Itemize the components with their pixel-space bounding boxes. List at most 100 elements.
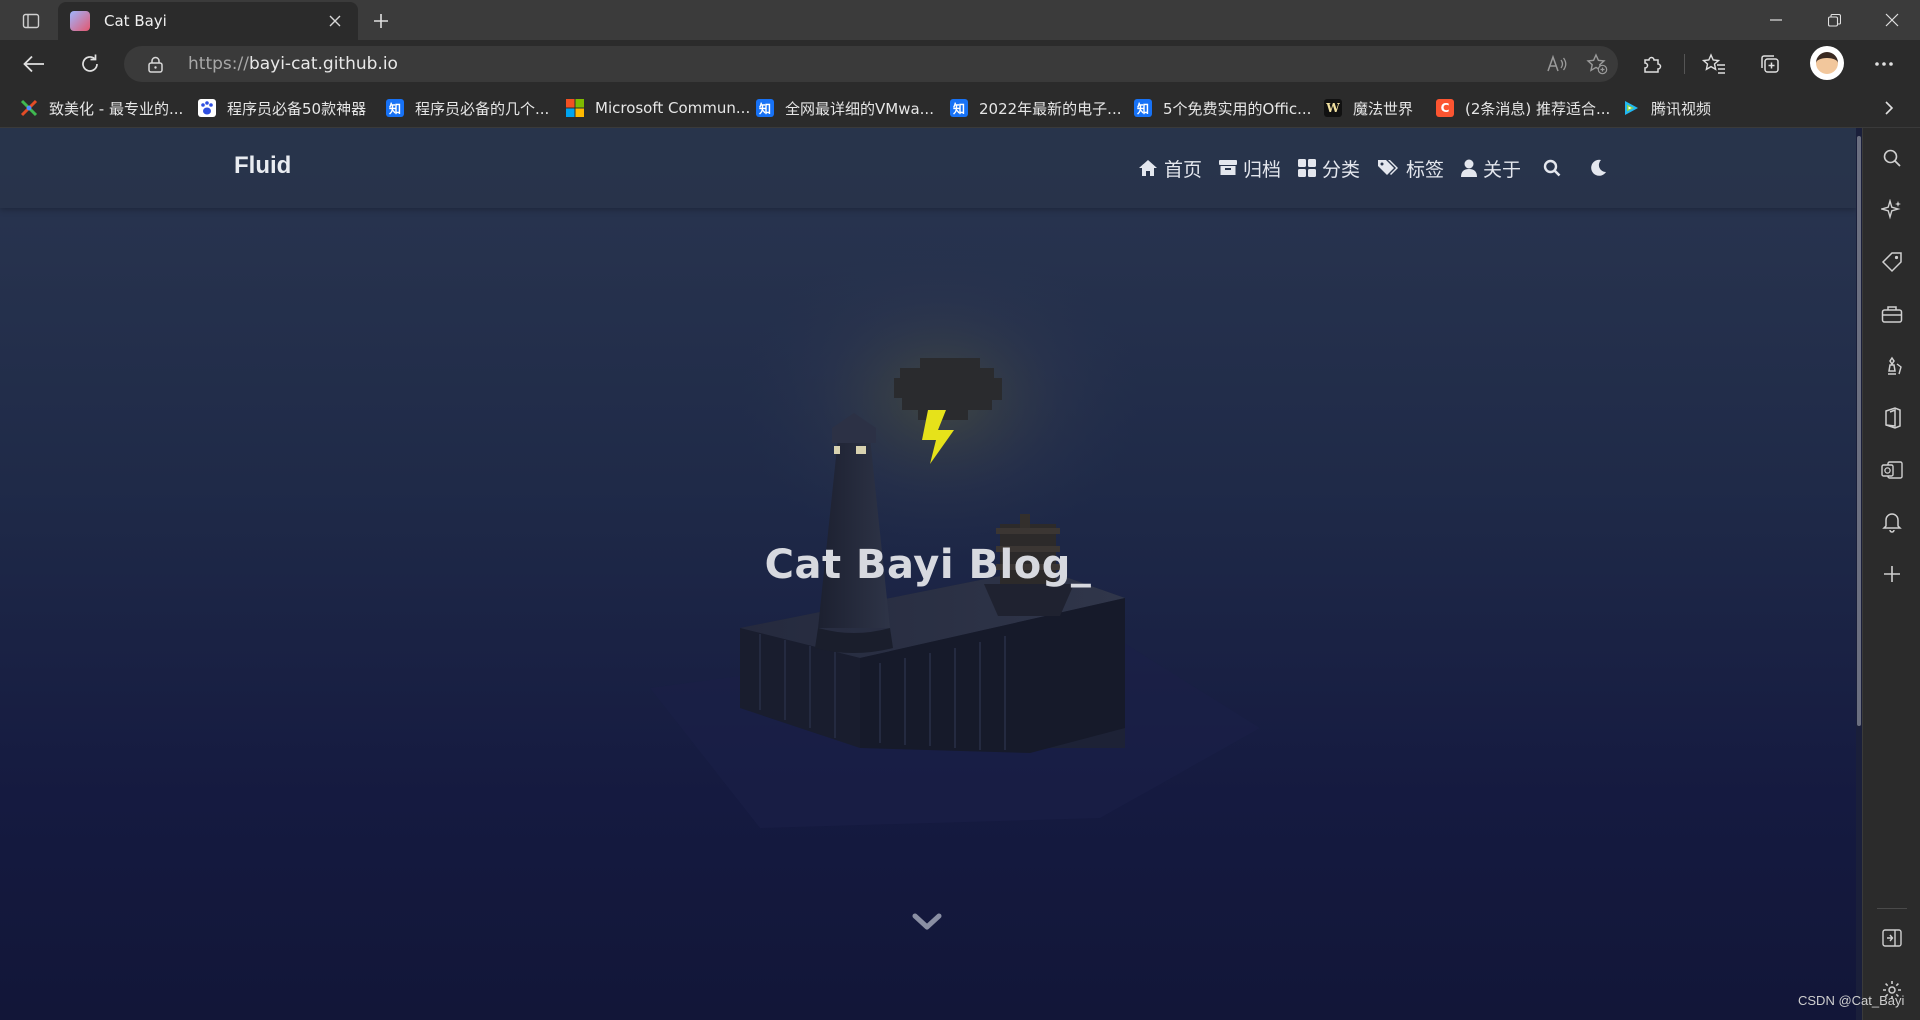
bookmark-item[interactable]: 致美化 - 最专业的... (20, 88, 183, 128)
dark-mode-toggle[interactable] (1586, 156, 1610, 180)
user-icon (1461, 159, 1477, 177)
nav-categories[interactable]: 分类 (1298, 156, 1361, 181)
favorites-list-icon (1702, 53, 1725, 74)
url-host: bayi-cat.github.io (248, 54, 398, 74)
extensions-button[interactable] (1634, 48, 1670, 80)
favorites-button[interactable] (1696, 48, 1732, 80)
profile-avatar[interactable] (1810, 46, 1844, 80)
bookmark-item[interactable]: 知 程序员必备的几个... (386, 88, 549, 128)
sidebar-hide-button[interactable] (1876, 922, 1908, 954)
search-icon (1883, 149, 1901, 167)
webpage-viewport: Fluid 首页 归档 分类 标签 关于 Cat Bayi Blog_ (0, 128, 1862, 1020)
tag-icon (1881, 252, 1902, 273)
bookmark-label: 5个免费实用的Offic... (1163, 99, 1312, 118)
watermark-text: CSDN @Cat_Bayi (1798, 993, 1905, 1008)
sparkle-icon (1881, 199, 1901, 220)
scrollbar-thumb[interactable] (1857, 136, 1861, 726)
bell-icon (1882, 513, 1902, 533)
bookmark-item[interactable]: 腾讯视频 (1622, 88, 1711, 128)
nav-tags[interactable]: 标签 (1378, 156, 1444, 181)
nav-about[interactable]: 关于 (1461, 156, 1522, 181)
panel-collapse-icon (1882, 929, 1902, 947)
sidebar-tools-button[interactable] (1876, 298, 1908, 330)
site-search-button[interactable] (1540, 156, 1564, 180)
archive-icon (1219, 160, 1237, 175)
restore-button[interactable] (1806, 0, 1862, 40)
moon-icon (1591, 159, 1606, 176)
plus-icon (374, 14, 388, 28)
close-window-icon (1885, 13, 1899, 27)
microsoft-icon (566, 99, 584, 117)
bookmark-label: 魔法世界 (1353, 99, 1414, 118)
refresh-button[interactable] (72, 48, 108, 80)
sidebar-add-button[interactable] (1876, 558, 1908, 590)
sidebar-outlook-button[interactable] (1876, 454, 1908, 486)
minimize-icon (1770, 19, 1782, 21)
chevron-right-icon (1885, 101, 1894, 115)
nav-home[interactable]: 首页 (1138, 156, 1203, 181)
bookmark-item[interactable]: C (2条消息) 推荐适合... (1436, 88, 1610, 128)
site-brand[interactable]: Fluid (234, 152, 291, 180)
nav-home-label: 首页 (1164, 158, 1203, 181)
minimize-button[interactable] (1748, 0, 1804, 40)
scroll-down-button[interactable] (910, 910, 944, 934)
collections-icon (1761, 55, 1779, 73)
tab-close-button[interactable] (324, 10, 346, 32)
tab-title: Cat Bayi (104, 12, 167, 30)
more-dots-icon (1875, 62, 1893, 66)
avatar-face-icon (1816, 52, 1838, 74)
toolbox-icon (1881, 306, 1903, 323)
nav-about-label: 关于 (1483, 158, 1522, 181)
tab-actions-icon (22, 13, 40, 29)
zhihu-icon: 知 (950, 99, 968, 117)
plus-icon (1884, 566, 1900, 582)
puzzle-icon (1644, 56, 1662, 73)
new-tab-button[interactable] (366, 6, 396, 36)
settings-more-button[interactable] (1866, 48, 1902, 80)
url-text[interactable]: https://bayi-cat.github.io (188, 54, 398, 74)
edge-sidebar (1862, 128, 1920, 1020)
bookmark-label: Microsoft Commun... (595, 99, 751, 117)
bookmark-item[interactable]: 知 全网最详细的VMwa... (756, 88, 934, 128)
favorites-bar: 致美化 - 最专业的... 程序员必备50款神器 知 程序员必备的几个... M… (0, 88, 1920, 128)
bookmark-label: 全网最详细的VMwa... (785, 99, 934, 118)
bookmark-item[interactable]: Microsoft Commun... (566, 88, 750, 128)
read-aloud-icon (1547, 54, 1567, 72)
zhihu-icon: 知 (386, 99, 404, 117)
zhihu-icon: 知 (1134, 99, 1152, 117)
nav-archive[interactable]: 归档 (1219, 156, 1282, 181)
lock-icon[interactable] (146, 55, 164, 73)
nav-categories-label: 分类 (1322, 158, 1361, 181)
collections-button[interactable] (1752, 48, 1788, 80)
nav-archive-label: 归档 (1243, 158, 1282, 181)
sidebar-notifications-button[interactable] (1876, 506, 1908, 538)
site-favicon-icon (70, 11, 90, 31)
close-window-button[interactable] (1864, 0, 1920, 40)
sidebar-shopping-button[interactable] (1876, 246, 1908, 278)
bookmark-item[interactable]: 程序员必备50款神器 (198, 88, 366, 128)
address-bar[interactable]: https://bayi-cat.github.io (124, 46, 1618, 82)
tab-bar: Cat Bayi (0, 0, 1920, 40)
sidebar-discover-button[interactable] (1876, 194, 1908, 226)
bookmark-item[interactable]: 知 2022年最新的电子... (950, 88, 1121, 128)
tab-actions-button[interactable] (14, 7, 48, 35)
read-aloud-button[interactable] (1540, 48, 1574, 80)
active-tab[interactable]: Cat Bayi (58, 2, 358, 40)
restore-icon (1827, 13, 1841, 27)
bookmark-label: 腾讯视频 (1651, 99, 1712, 118)
back-arrow-icon (23, 55, 44, 73)
sidebar-divider (1877, 908, 1907, 909)
add-favorite-button[interactable] (1580, 48, 1614, 80)
bookmark-item[interactable]: W 魔法世界 (1324, 88, 1413, 128)
sidebar-games-button[interactable] (1876, 350, 1908, 382)
bookmark-label: 2022年最新的电子... (979, 99, 1122, 118)
url-scheme: https:// (188, 54, 249, 74)
more-favorites-button[interactable] (1874, 94, 1904, 122)
w-icon: W (1324, 99, 1342, 117)
toolbar-divider (1684, 54, 1685, 74)
bookmark-label: (2条消息) 推荐适合... (1465, 99, 1611, 118)
sidebar-search-button[interactable] (1876, 142, 1908, 174)
sidebar-office-button[interactable] (1876, 402, 1908, 434)
back-button[interactable] (16, 48, 52, 80)
bookmark-item[interactable]: 知 5个免费实用的Offic... (1134, 88, 1311, 128)
